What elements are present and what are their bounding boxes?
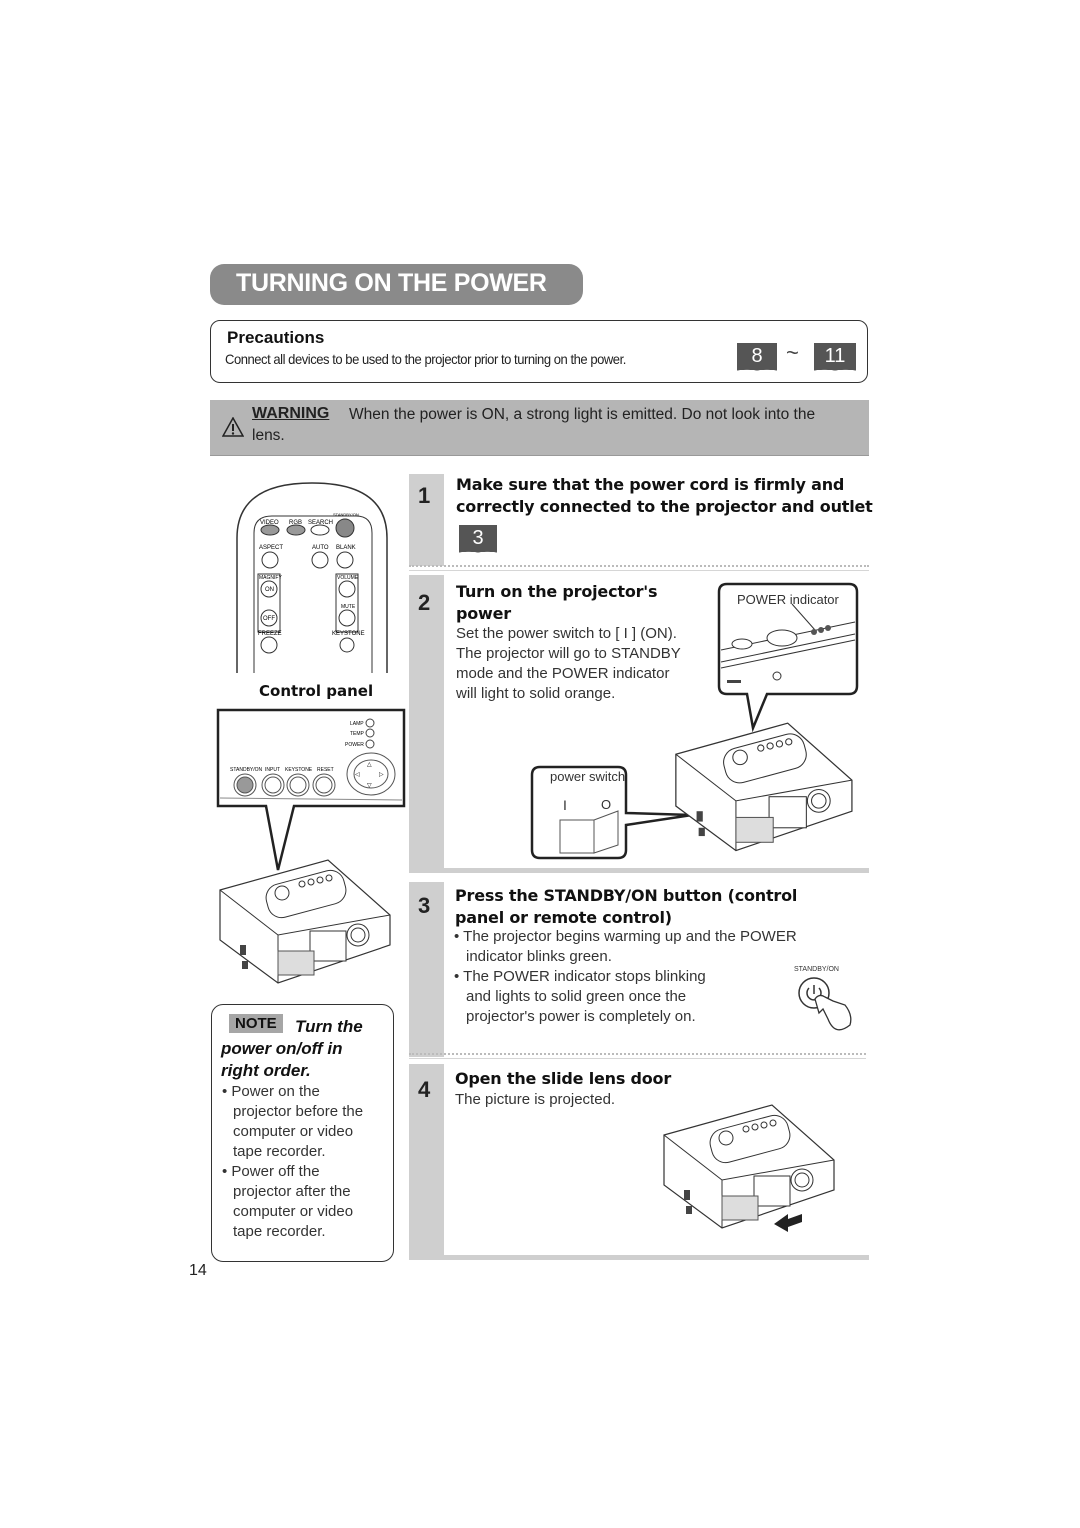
note-item-text: projector after the: [233, 1183, 351, 1200]
svg-text:◁: ◁: [355, 772, 360, 778]
note-item-text: computer or video: [233, 1203, 354, 1220]
step-3-bullet-text: indicator blinks green.: [466, 948, 612, 965]
panel-label-standby: STANDBY/ON: [230, 767, 263, 773]
svg-text:△: △: [367, 762, 372, 768]
step-4-heading: Open the slide lens door: [455, 1069, 672, 1088]
panel-label-input: INPUT: [265, 767, 280, 773]
step-2-body-line: The projector will go to STANDBY: [456, 645, 681, 662]
projector-illustration-left: [219, 859, 391, 984]
note-item-text: computer or video: [233, 1123, 354, 1140]
remote-label-freeze: FREEZE: [258, 631, 282, 637]
step-1-number: 1: [418, 483, 431, 508]
step-3-bullets: • The projector begins warming up and th…: [454, 928, 797, 1025]
projector-illustration-step2: [675, 722, 853, 852]
svg-text:▷: ▷: [379, 772, 384, 778]
remote-label-volume: VOLUME: [337, 575, 359, 581]
step-2-number: 2: [418, 590, 431, 615]
remote-label-standby: STANDBY/ON: [333, 512, 359, 517]
power-indicator-label: POWER indicator: [737, 592, 839, 607]
step-separator: [409, 868, 869, 873]
step-3-bullet-text: The projector begins warming up and the …: [463, 928, 797, 945]
step-2-bar: [409, 575, 444, 872]
step-2-body-line: mode and the POWER indicator: [456, 665, 670, 682]
indicator-label-temp: TEMP: [350, 731, 365, 737]
slide-arrow-icon: [774, 1214, 802, 1232]
note-item-text: tape recorder.: [233, 1143, 326, 1160]
remote-label-rgb: RGB: [289, 520, 302, 526]
projector-illustration-step4: [663, 1104, 835, 1232]
remote-label-blank: BLANK: [336, 545, 356, 551]
step-4-body: The picture is projected.: [455, 1091, 616, 1108]
step-1-heading-line2: correctly connected to the projector and…: [456, 497, 873, 516]
remote-label-video: VIDEO: [260, 520, 279, 526]
step-3-heading-line2: panel or remote control): [455, 908, 672, 927]
page-range-separator: ~: [786, 340, 799, 365]
remote-label-auto: AUTO: [312, 545, 329, 551]
step-2-body: Set the power switch to [ I ] (ON). The …: [456, 624, 681, 704]
standby-on-label: STANDBY/ON: [794, 966, 839, 973]
warning-triangle-icon: [222, 417, 244, 437]
step-2-body-line: will light to solid orange.: [456, 685, 616, 702]
note-item: • Power on the projector before the comp…: [222, 1082, 392, 1162]
step-2-heading-line2: power: [456, 604, 511, 623]
panel-label-keystone: KEYSTONE: [285, 767, 313, 773]
warning-text-continued: lens.: [252, 427, 285, 444]
warning-label: WARNING: [252, 405, 330, 422]
step-4-number: 4: [418, 1077, 431, 1102]
warning-text: When the power is ON, a strong light is …: [349, 406, 816, 423]
step-3-number: 3: [418, 893, 431, 918]
page-title: TURNING ON THE POWER: [236, 269, 547, 297]
remote-label-keystone: KEYSTONE: [332, 631, 365, 637]
step-2-heading-line1: Turn on the projector's: [456, 582, 658, 601]
book-icon-page-ref-end[interactable]: 11: [814, 343, 856, 375]
note-item-text: Power off the: [231, 1163, 320, 1180]
switch-off-symbol: O: [601, 797, 612, 812]
remote-label-off: OFF: [263, 616, 275, 622]
remote-label-on: ON: [265, 587, 274, 593]
note-title-line1: Turn the: [295, 1017, 363, 1036]
remote-label-magnify: MAGNIFY: [259, 575, 282, 581]
remote-label-search: SEARCH: [308, 520, 333, 526]
step-3-bullet-text: projector's power is completely on.: [466, 1008, 696, 1025]
switch-on-symbol: I: [563, 797, 567, 813]
standby-button-press-icon: [798, 977, 852, 1031]
note-badge: NOTE: [229, 1014, 283, 1033]
step-2-body-line: Set the power switch to [ I ] (ON).: [456, 625, 677, 642]
control-panel-label: Control panel: [259, 682, 374, 700]
step-3-bullet-text: and lights to solid green once the: [466, 988, 687, 1005]
note-item-text: projector before the: [233, 1103, 364, 1120]
remote-label-aspect: ASPECT: [259, 545, 283, 551]
step-1-heading-line1: Make sure that the power cord is firmly …: [456, 475, 845, 494]
svg-text:▽: ▽: [367, 783, 372, 789]
indicator-label-lamp: LAMP: [350, 721, 364, 727]
book-icon-page-ref-start[interactable]: 8: [737, 343, 777, 375]
precautions-text: Connect all devices to be used to the pr…: [225, 351, 626, 367]
precautions-heading: Precautions: [227, 328, 325, 347]
remote-control-illustration: VIDEO RGB SEARCH STANDBY/ON ASPECT AUTO …: [236, 482, 388, 673]
step-3-heading-line1: Press the STANDBY/ON button (control: [455, 886, 798, 905]
note-item-text: Power on the: [231, 1083, 320, 1100]
step-separator: [409, 1255, 869, 1260]
page-number: 14: [189, 1262, 207, 1279]
control-panel-illustration: LAMP TEMP POWER △ ▽ ◁ ▷ STANDBY/ON INPUT K…: [216, 708, 406, 871]
power-switch-label: power switch: [550, 769, 626, 784]
step-separator: [409, 565, 869, 571]
note-item-text: tape recorder.: [233, 1223, 326, 1240]
step-3-bullet-text: The POWER indicator stops blinking: [463, 968, 706, 985]
indicator-label-power: POWER: [345, 742, 364, 748]
book-icon-page-ref[interactable]: 3: [459, 525, 497, 557]
remote-label-mute: MUTE: [341, 604, 356, 610]
note-title-line2: power on/off in: [221, 1039, 343, 1058]
note-title-line3: right order.: [221, 1061, 311, 1080]
panel-label-reset: RESET: [317, 767, 334, 773]
step-separator: [409, 1053, 866, 1059]
note-item: • Power off the projector after the comp…: [222, 1162, 392, 1242]
